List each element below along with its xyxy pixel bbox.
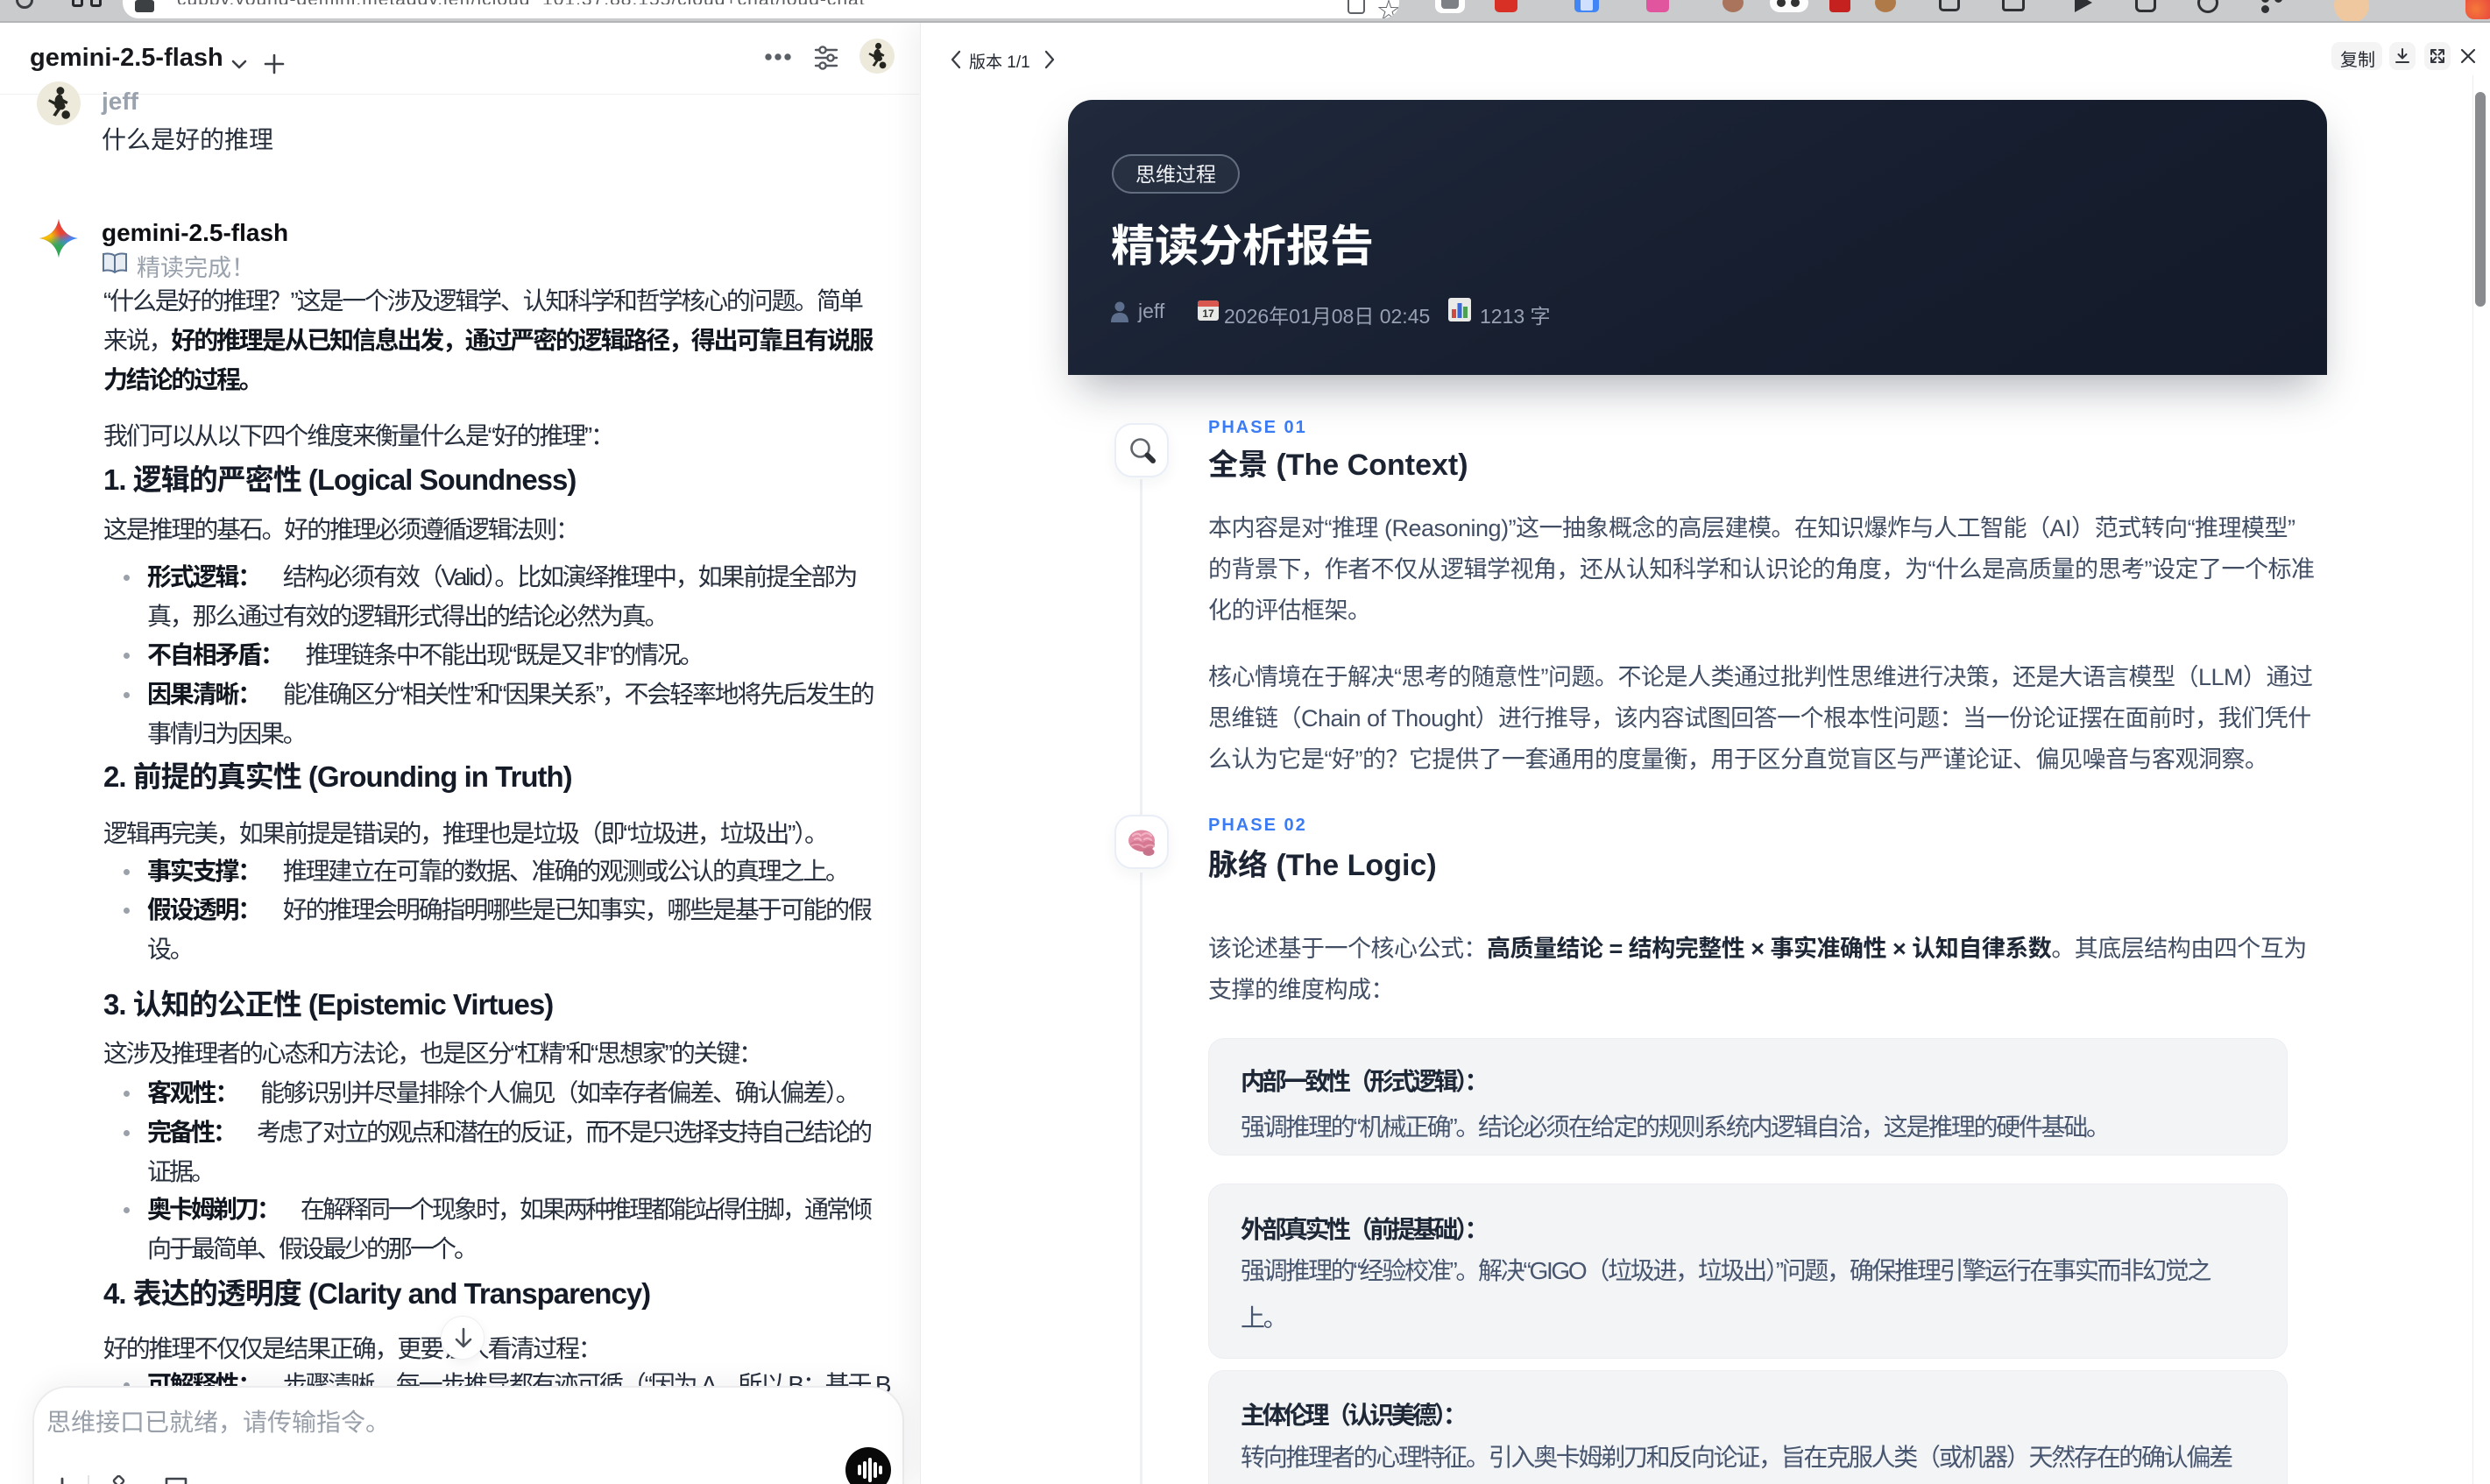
svg-text:17: 17 <box>1202 307 1214 320</box>
